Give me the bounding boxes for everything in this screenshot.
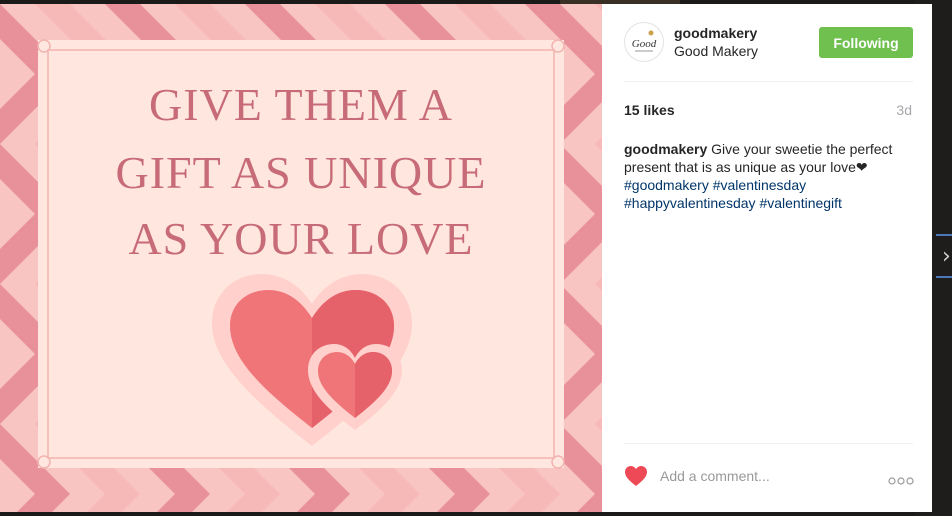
following-button[interactable]: Following <box>819 27 913 58</box>
author-username[interactable]: goodmakery <box>674 25 757 41</box>
caption-username[interactable]: goodmakery <box>624 141 707 157</box>
post-image[interactable]: GIVE THEM A GIFT AS UNIQUE AS YOUR LOVE <box>0 4 602 512</box>
avatar[interactable]: Good <box>624 22 664 62</box>
hashtag-link[interactable]: #goodmakery <box>624 177 709 193</box>
more-options-icon[interactable] <box>888 472 914 485</box>
image-text-line-3: AS YOUR LOVE <box>128 213 473 264</box>
likes-count[interactable]: 15 likes <box>624 102 675 118</box>
hashtag-link[interactable]: #happyvalentinesday <box>624 195 756 211</box>
post-timestamp[interactable]: 3d <box>896 102 912 118</box>
background-line <box>936 234 952 236</box>
post-caption: goodmakery Give your sweetie the perfect… <box>624 140 916 212</box>
avatar-logo-text: Good <box>632 38 657 50</box>
comment-input[interactable] <box>660 466 860 486</box>
heart-icon[interactable] <box>624 465 648 487</box>
post-sidebar: Good goodmakery Good Makery Following 15… <box>602 4 932 512</box>
next-arrow-icon[interactable]: › <box>942 244 951 269</box>
hashtag-link[interactable]: #valentinesday <box>713 177 806 193</box>
divider <box>624 81 913 82</box>
image-text-line-2: GIFT AS UNIQUE <box>116 147 487 198</box>
post-modal: GIVE THEM A GIFT AS UNIQUE AS YOUR LOVE … <box>0 4 932 512</box>
hashtag-link[interactable]: #valentinegift <box>759 195 842 211</box>
background-line <box>936 276 952 278</box>
image-text-line-1: GIVE THEM A <box>149 79 453 130</box>
author-full-name: Good Makery <box>674 43 759 59</box>
divider <box>624 443 913 444</box>
